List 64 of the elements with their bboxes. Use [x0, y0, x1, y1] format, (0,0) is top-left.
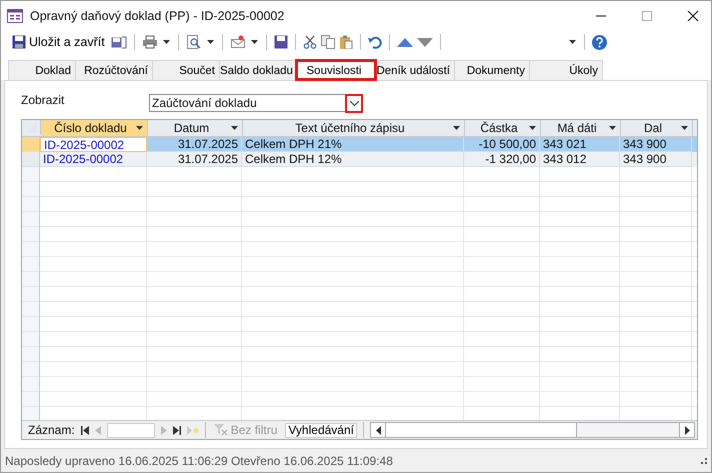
envelope-icon[interactable]: [230, 35, 246, 49]
up-triangle-icon[interactable]: [396, 38, 413, 46]
dropdown-icon[interactable]: [250, 40, 258, 44]
tab[interactable]: Dokumenty: [454, 60, 530, 80]
record-label: Záznam:: [28, 423, 75, 437]
save-close-button[interactable]: Uložit a zavřít: [10, 35, 107, 49]
chevron-down-icon: [350, 100, 358, 106]
resize-grip-icon[interactable]: [701, 458, 707, 464]
form-icon: [7, 9, 23, 23]
save-icon[interactable]: [274, 35, 288, 49]
dropdown-icon[interactable]: [609, 126, 616, 130]
horizontal-scrollbar[interactable]: [370, 422, 695, 438]
first-record-icon[interactable]: [80, 426, 89, 434]
table-cell: 343 012: [540, 152, 620, 167]
status-text: Naposledy upraveno 16.06.2025 11:06:29 Otevřeno 16.06.2025 11:09:48: [5, 454, 394, 468]
paste-icon[interactable]: [338, 35, 353, 49]
tab[interactable]: Doklad: [8, 60, 76, 80]
dropdown-icon[interactable]: [231, 126, 238, 130]
preview-icon[interactable]: [186, 35, 202, 49]
tab[interactable]: Součet: [152, 60, 220, 80]
tab[interactable]: Souvislosti: [296, 60, 376, 80]
scissors-icon[interactable]: [302, 35, 317, 49]
column-header[interactable]: Číslo dokladu: [41, 120, 148, 136]
down-triangle-icon[interactable]: [416, 38, 433, 46]
search-field[interactable]: Vyhledávání: [285, 422, 358, 438]
last-record-icon[interactable]: [172, 426, 181, 434]
document-link[interactable]: ID-2025-00002: [40, 152, 147, 167]
table-cell: 343 900: [620, 152, 692, 167]
tab[interactable]: Saldo dokladu: [219, 60, 297, 80]
close-icon[interactable]: [687, 10, 699, 22]
column-header[interactable]: Dal: [621, 120, 693, 136]
column-header[interactable]: Má dáti: [541, 120, 621, 136]
column-header[interactable]: Částka: [465, 120, 541, 136]
dropdown-button[interactable]: [345, 94, 363, 112]
scroll-right-icon[interactable]: [684, 426, 690, 434]
table-cell: -1 320,00: [464, 152, 540, 167]
column-header[interactable]: Text účetního zápisu: [243, 120, 465, 136]
column-header[interactable]: Datum: [148, 120, 243, 136]
dropdown-icon[interactable]: [529, 126, 536, 130]
printer-icon[interactable]: [142, 35, 158, 49]
dropdown-icon[interactable]: [162, 40, 170, 44]
copy-icon[interactable]: [320, 35, 335, 49]
window-title: Opravný daňový doklad (PP) - ID-2025-00002: [30, 9, 286, 23]
tab[interactable]: Deník událostí: [375, 60, 455, 80]
table-row[interactable]: ID-2025-00002 31.07.2025 Celkem DPH 21% -10 500,00 343 021 343 900: [22, 137, 697, 152]
help-icon[interactable]: [592, 34, 607, 50]
dropdown-icon[interactable]: [569, 40, 576, 44]
dropdown-icon[interactable]: [453, 126, 460, 130]
view-dropdown[interactable]: Zaúčtování dokladu: [149, 94, 363, 112]
undo-icon[interactable]: [368, 35, 382, 49]
tab[interactable]: Úkoly: [529, 60, 603, 80]
show-label: Zobrazit: [21, 93, 66, 107]
dropdown-icon[interactable]: [136, 126, 143, 130]
dropdown-icon[interactable]: [681, 126, 688, 130]
tab[interactable]: Rozúčtování: [75, 60, 153, 80]
scroll-left-icon[interactable]: [376, 426, 381, 434]
filter-icon: [214, 424, 228, 436]
table-cell: 31.07.2025: [147, 152, 242, 167]
save-icon[interactable]: [110, 35, 127, 49]
record-number-field[interactable]: [106, 422, 155, 438]
table-row[interactable]: ID-2025-00002 31.07.2025 Celkem DPH 12% -1 320,00 343 012 343 900: [22, 152, 697, 167]
table-cell: Celkem DPH 12%: [242, 152, 464, 167]
document-link[interactable]: ID-2025-00002: [40, 137, 147, 152]
dropdown-icon[interactable]: [206, 40, 214, 44]
